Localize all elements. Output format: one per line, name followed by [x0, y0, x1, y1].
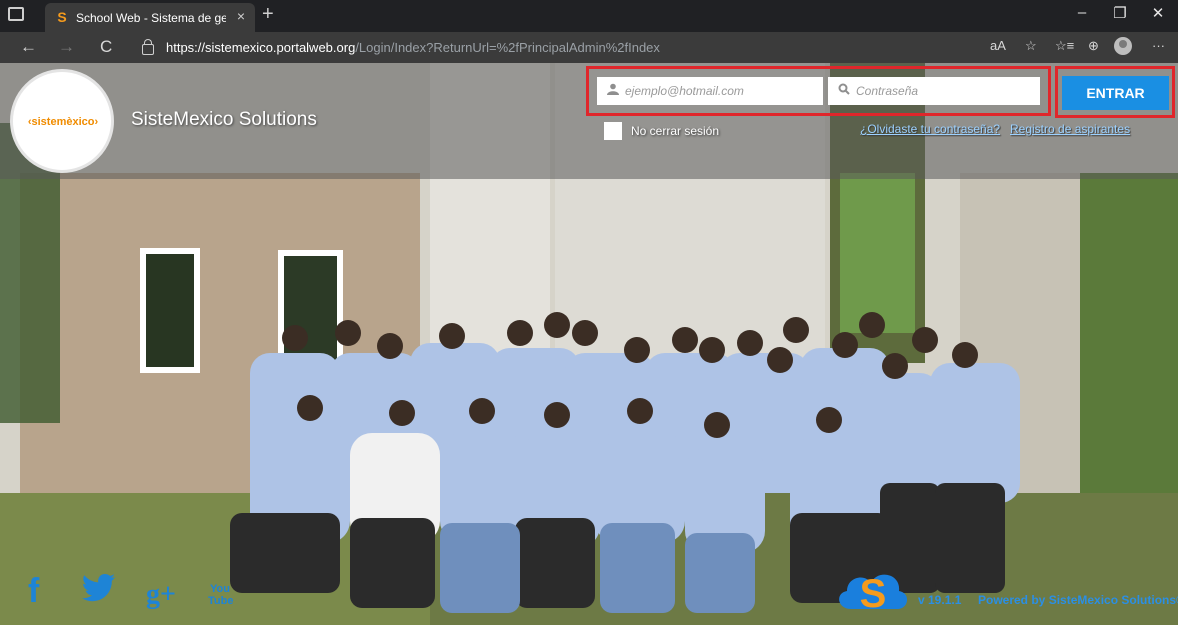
google-plus-icon[interactable]: g+ — [146, 579, 176, 611]
profile-avatar[interactable] — [1114, 37, 1132, 55]
address-bar: ← → C https://sistemexico.portalweb.org/… — [0, 32, 1178, 63]
collections-icon[interactable]: ⊕ — [1088, 38, 1099, 54]
lock-icon[interactable] — [142, 39, 154, 55]
password-field[interactable] — [828, 77, 1040, 105]
favorites-icon[interactable]: ☆≡ — [1055, 38, 1074, 54]
url-text[interactable]: https://sistemexico.portalweb.org/Login/… — [166, 40, 660, 55]
more-icon[interactable]: ··· — [1152, 38, 1165, 53]
login-page: ‹sistemèxico› SisteMexico Solutions ENTR… — [0, 63, 1178, 625]
email-field[interactable] — [597, 77, 823, 105]
browser-tab[interactable]: S School Web - Sistema de gestio × — [45, 3, 255, 32]
powered-by-link[interactable]: Powered by SisteMexico Solutions® — [978, 593, 1178, 607]
new-tab-button[interactable]: + — [262, 3, 274, 26]
version-label: v 19.1.1 — [918, 593, 962, 607]
youtube-icon[interactable]: You Tube — [208, 583, 233, 607]
brand-logo[interactable]: ‹sistemèxico› — [10, 69, 114, 173]
add-favorite-icon[interactable]: ☆ — [1025, 38, 1037, 54]
reload-button[interactable]: C — [100, 37, 112, 57]
logo-wordmark: ‹sistemèxico› — [27, 116, 99, 128]
twitter-icon[interactable] — [81, 574, 116, 607]
facebook-icon[interactable]: f — [28, 572, 39, 611]
register-link[interactable]: Registro de aspirantes — [1010, 122, 1130, 136]
url-host: https://sistemexico.portalweb.org — [166, 40, 356, 55]
site-favicon-icon: S — [57, 9, 67, 25]
forward-button[interactable]: → — [58, 37, 75, 57]
entrar-button[interactable]: ENTRAR — [1062, 76, 1169, 110]
remember-checkbox[interactable] — [604, 122, 622, 140]
search-icon — [838, 83, 850, 98]
remember-label[interactable]: No cerrar sesión — [631, 124, 719, 138]
minimize-button[interactable]: – — [1062, 4, 1102, 21]
url-field[interactable]: https://sistemexico.portalweb.org/Login/… — [130, 36, 970, 59]
svg-text:S: S — [860, 572, 887, 616]
back-button[interactable]: ← — [20, 37, 37, 57]
email-input[interactable] — [625, 77, 805, 105]
site-name: SisteMexico Solutions — [131, 109, 317, 130]
tab-actions-icon[interactable] — [8, 7, 24, 21]
user-icon — [607, 83, 619, 98]
password-input[interactable] — [856, 77, 1036, 105]
sistemexico-cloud-logo: S — [839, 572, 908, 616]
tab-close-icon[interactable]: × — [237, 8, 245, 24]
forgot-password-link[interactable]: ¿Olvidaste tu contraseña? — [860, 122, 1000, 136]
read-aloud-icon[interactable]: aA — [990, 38, 1006, 53]
tab-title: School Web - Sistema de gestio — [76, 11, 226, 25]
url-path: /Login/Index?ReturnUrl=%2fPrincipalAdmin… — [355, 40, 660, 55]
browser-tab-bar: S School Web - Sistema de gestio × + – ❐… — [0, 0, 1178, 32]
restore-button[interactable]: ❐ — [1100, 4, 1140, 22]
window-close-button[interactable]: ✕ — [1138, 4, 1178, 22]
